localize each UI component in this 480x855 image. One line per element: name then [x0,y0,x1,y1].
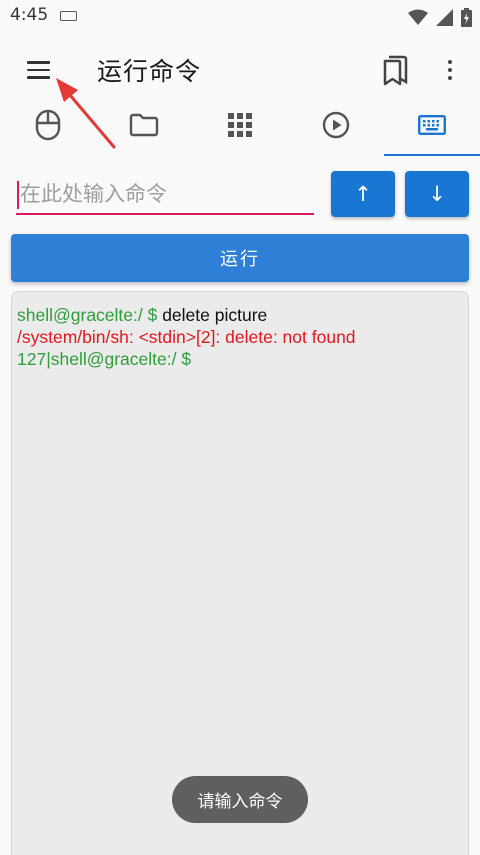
keyboard-icon [418,115,446,135]
shell-prompt: 127|shell@gracelte:/ $ [17,349,192,369]
executed-command: delete picture [162,305,268,325]
apps-grid-icon [228,113,252,137]
command-input[interactable] [16,175,314,215]
bookmark-icon[interactable] [378,52,412,88]
run-button[interactable]: 运行 [11,234,469,282]
tab-files[interactable] [96,102,192,156]
output-line: shell@gracelte:/ $ delete picture [17,304,468,326]
play-circle-icon [322,111,350,139]
shell-prompt: shell@gracelte:/ $ [17,305,163,325]
app-screen: 4:45 运行命令 在此处输入命令 ↑ ↓ 运行 shell@gracelte:… [0,0,480,855]
keyboard-icon [60,11,77,21]
output-line: 127|shell@gracelte:/ $ [17,348,468,370]
toast-message: 请输入命令 [172,776,308,823]
tab-apps[interactable] [192,102,288,156]
history-down-button[interactable]: ↓ [405,171,469,217]
folder-icon [129,113,159,137]
text-cursor [17,181,19,209]
error-message: /system/bin/sh: <stdin>[2]: delete: not … [17,327,356,347]
battery-charging-icon [461,7,472,27]
signal-icon [436,8,453,26]
tab-bar [0,102,480,156]
tab-keyboard[interactable] [384,102,480,156]
status-time: 4:45 [10,5,49,25]
tab-play[interactable] [288,102,384,156]
tab-mouse[interactable] [0,102,96,156]
terminal-output[interactable]: shell@gracelte:/ $ delete picture /syste… [11,291,469,855]
status-icons [408,7,472,27]
mouse-icon [35,109,61,141]
history-up-button[interactable]: ↑ [331,171,395,217]
more-vert-icon[interactable] [436,52,464,88]
status-bar: 4:45 [0,0,480,34]
wifi-icon [408,9,428,25]
